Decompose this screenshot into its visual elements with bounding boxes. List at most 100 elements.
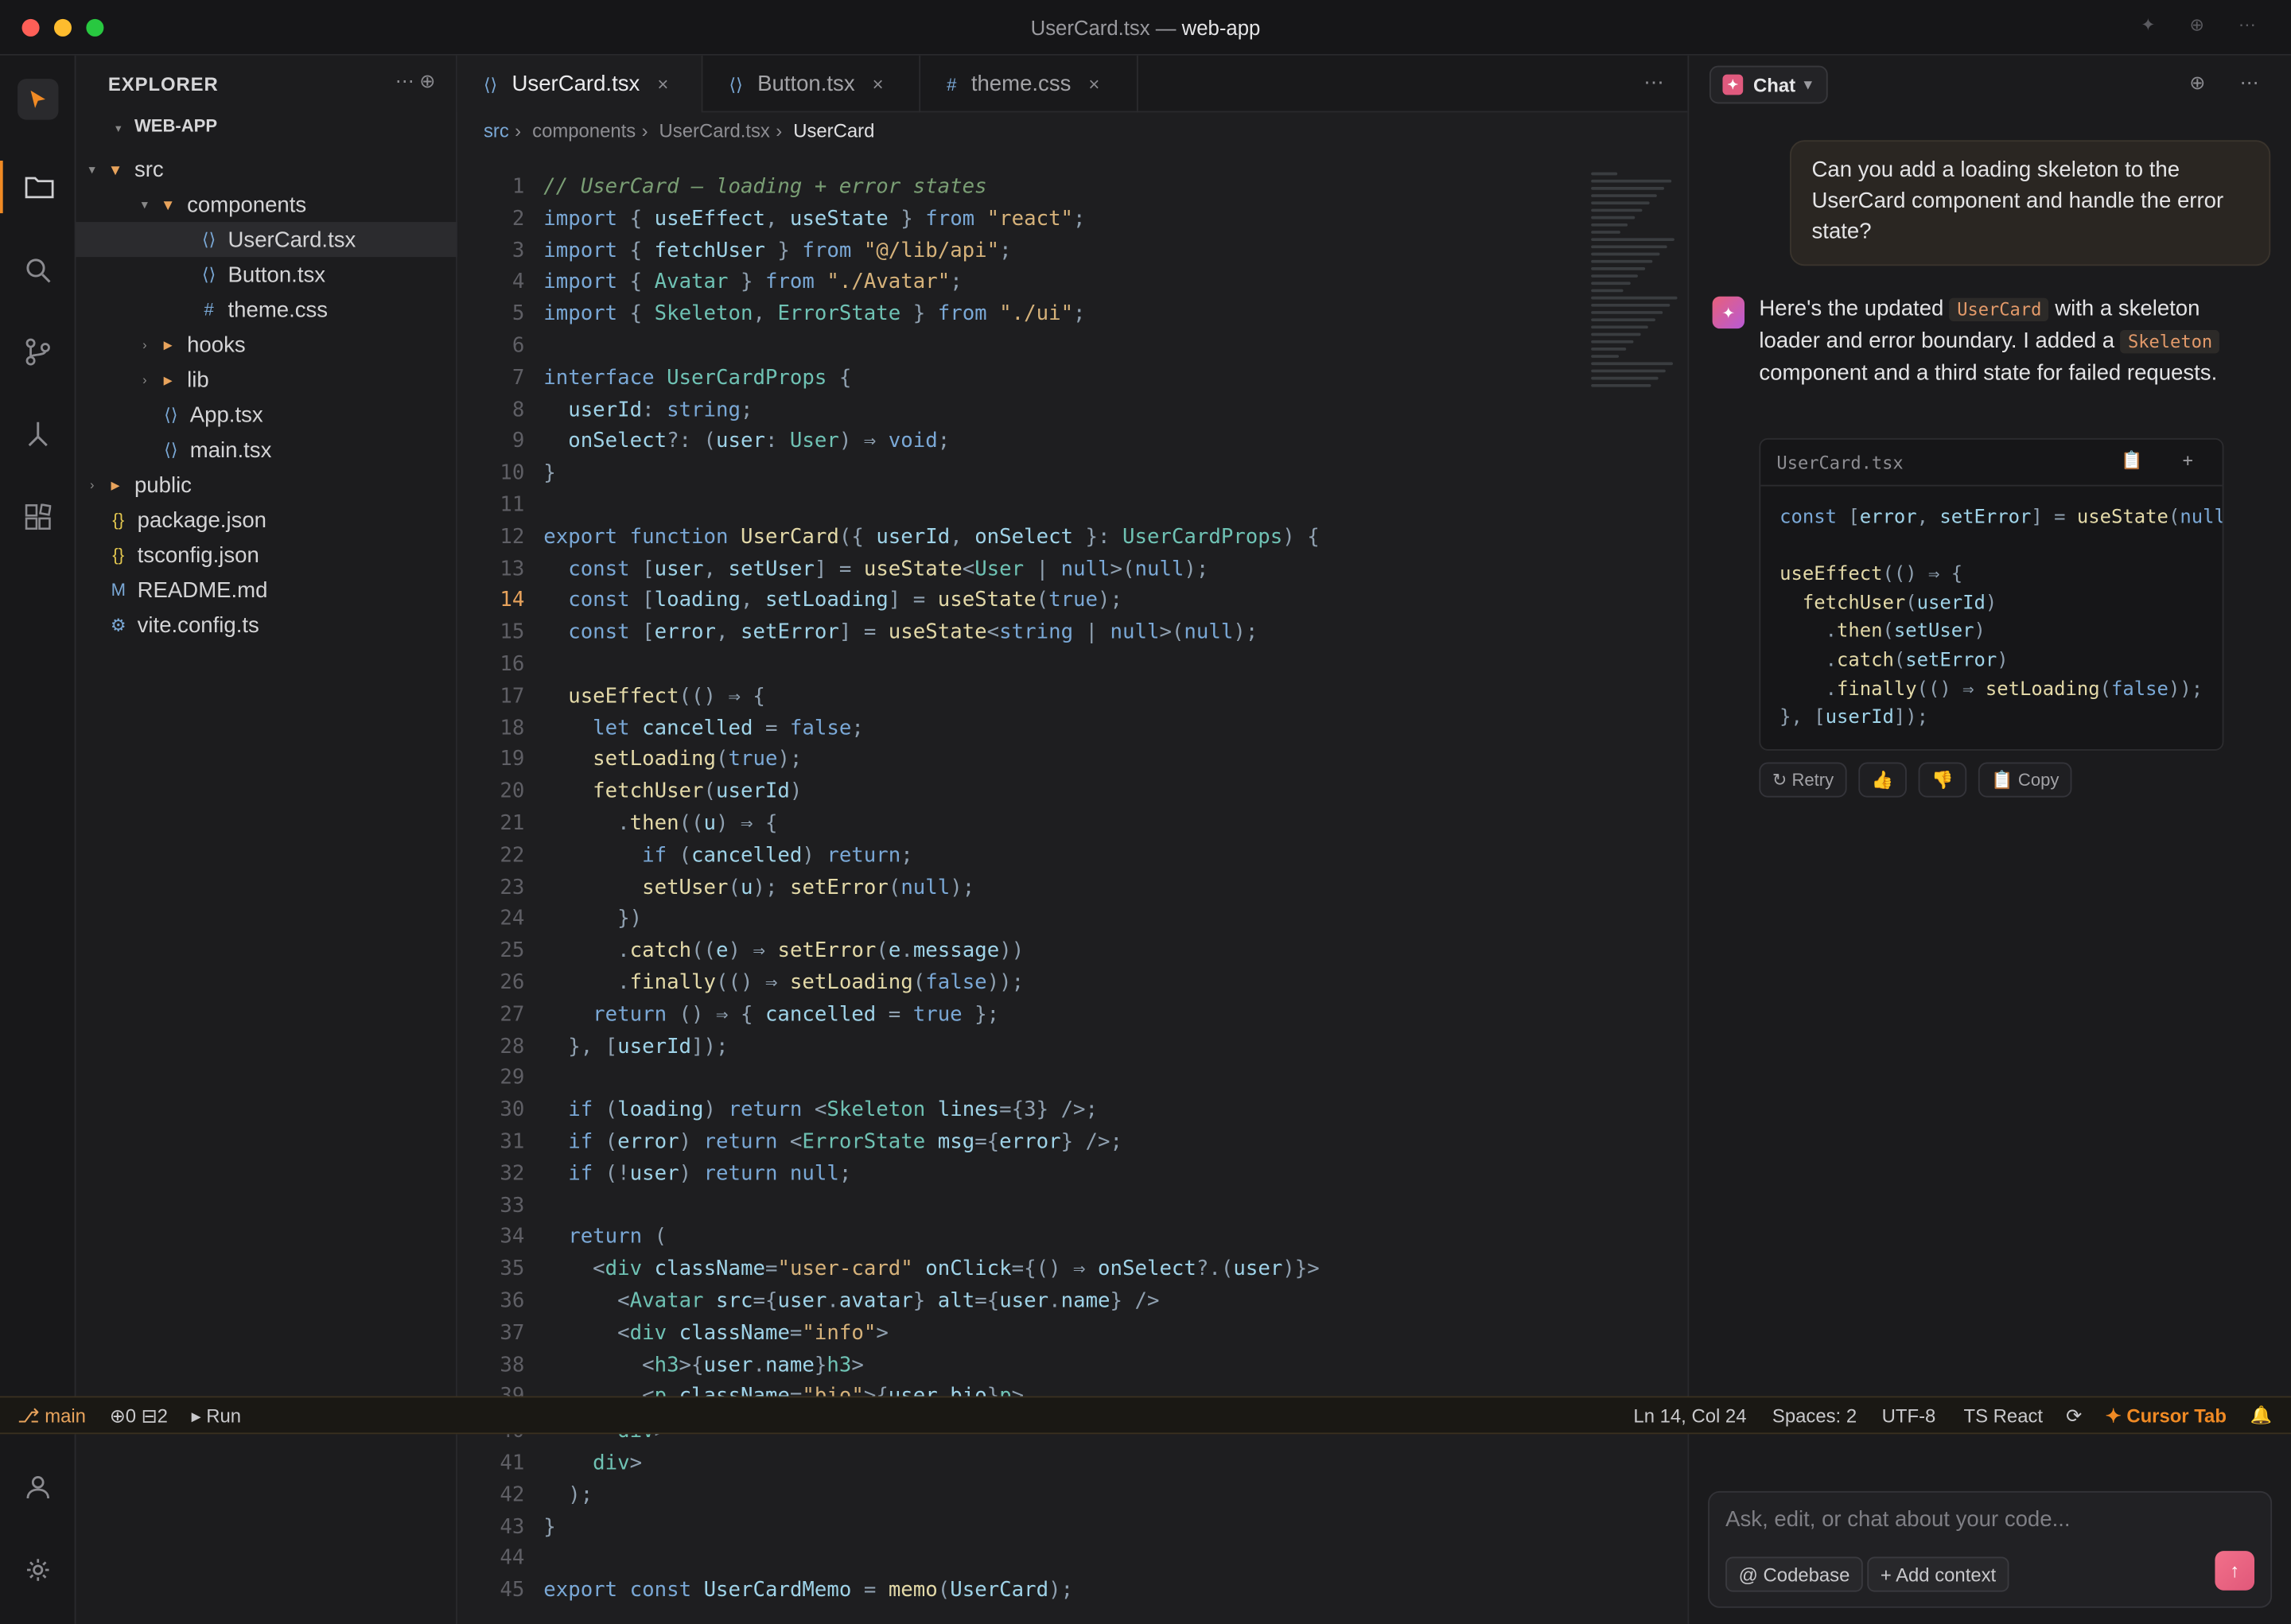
code-line[interactable]: import { useEffect, useState } from "rea…	[543, 207, 1085, 230]
code-line[interactable]: })	[543, 907, 642, 930]
code-line[interactable]: setUser(u); setError(null);	[543, 876, 974, 899]
breadcrumb-item[interactable]: UserCard.tsx	[659, 120, 770, 142]
tab-button[interactable]: ⟨⟩ Button.tsx ×	[702, 55, 921, 113]
code-line[interactable]: const [error, setError] = useState<strin…	[543, 621, 1258, 644]
sync-icon[interactable]: ⟳	[2066, 1405, 2082, 1428]
tab-theme[interactable]: # theme.css ×	[920, 55, 1138, 113]
code-line[interactable]: <h3>{user.name}h3>	[543, 1354, 864, 1377]
close-tab-icon[interactable]: ×	[873, 73, 884, 95]
account-icon[interactable]	[0, 1460, 76, 1513]
code-line[interactable]: import { fetchUser } from "@/lib/api";	[543, 239, 1011, 262]
code-line[interactable]: div>	[543, 1451, 642, 1474]
code-line[interactable]: if (!user) return null;	[543, 1162, 851, 1185]
search-icon[interactable]	[0, 244, 76, 297]
close-tab-icon[interactable]: ×	[1088, 73, 1099, 95]
codebase-chip[interactable]: @ Codebase	[1725, 1556, 1863, 1592]
chat-composer[interactable]: Ask, edit, or chat about your code... @ …	[1708, 1490, 2273, 1608]
code-line[interactable]: <Avatar src={user.avatar} alt={user.name…	[543, 1289, 1159, 1312]
code-line[interactable]: import { Skeleton, ErrorState } from "./…	[543, 302, 1085, 325]
thumbs-up-button[interactable]: 👍	[1858, 762, 1907, 798]
cursor-position[interactable]: Ln 14, Col 24	[1633, 1405, 1746, 1428]
code-line[interactable]: if (loading) return <Skeleton lines={3} …	[543, 1098, 1098, 1121]
chevron-icon[interactable]: ▾	[82, 161, 103, 177]
language-mode[interactable]: TS React	[1964, 1405, 2044, 1428]
code-line[interactable]: const [loading, setLoading] = useState(t…	[543, 589, 1122, 612]
tree-item-package-json[interactable]: {} package.json	[76, 503, 457, 538]
code-line[interactable]: fetchUser(userId)	[543, 780, 802, 803]
code-line[interactable]: <div className="user-card" onClick={() ⇒…	[543, 1257, 1320, 1280]
code-line[interactable]: .finally(() ⇒ setLoading(false));	[543, 971, 1024, 994]
chevron-icon[interactable]: ▾	[134, 196, 155, 212]
code-line[interactable]: const [user, setUser] = useState<User | …	[543, 558, 1208, 581]
tree-item-vite-config-ts[interactable]: ⚙ vite.config.ts	[76, 608, 457, 643]
tree-item-public[interactable]: › ▸ public	[76, 468, 457, 503]
composer-input[interactable]: Ask, edit, or chat about your code...	[1725, 1507, 2070, 1532]
code-line[interactable]: // UserCard — loading + error states	[543, 175, 986, 198]
copy-button[interactable]: 📋 Copy	[1978, 762, 2072, 798]
tree-item-readme-md[interactable]: M README.md	[76, 573, 457, 608]
notifications-bell-icon[interactable]: 🔔	[2250, 1405, 2272, 1426]
code-line[interactable]: .catch((e) ⇒ setError(e.message))	[543, 939, 1024, 962]
add-context-chip[interactable]: + Add context	[1867, 1556, 2009, 1592]
tree-item-components[interactable]: ▾ ▾ components	[76, 187, 457, 222]
tree-item-src[interactable]: ▾ ▾ src	[76, 152, 457, 187]
run-button[interactable]: ▸ Run	[192, 1405, 241, 1428]
indentation[interactable]: Spaces: 2	[1772, 1405, 1857, 1428]
code-line[interactable]: export function UserCard({ userId, onSel…	[543, 526, 1319, 549]
code-line[interactable]: .then((u) ⇒ {	[543, 812, 777, 835]
thumbs-down-button[interactable]: 👎	[1918, 762, 1967, 798]
send-button[interactable]: ↑	[2215, 1551, 2255, 1591]
breadcrumb-item[interactable]: components	[532, 120, 636, 142]
extensions-icon[interactable]	[0, 491, 76, 543]
explorer-icon[interactable]	[0, 160, 76, 214]
code-line[interactable]: return () ⇒ { cancelled = true };	[543, 1003, 999, 1026]
close-tab-icon[interactable]: ×	[657, 73, 668, 95]
project-root[interactable]: ▾ WEB-APP	[108, 115, 218, 136]
tree-item-hooks[interactable]: › ▸ hooks	[76, 327, 457, 362]
retry-button[interactable]: ↻ Retry	[1759, 762, 1847, 798]
titlebar-icons[interactable]: ✦ ⊕ ⋯	[2141, 14, 2270, 35]
cursor-tab-indicator[interactable]: ✦ Cursor Tab	[2106, 1405, 2227, 1428]
tree-item-main-tsx[interactable]: ⟨⟩ main.tsx	[76, 433, 457, 468]
code-line[interactable]: }, [userId]);	[543, 1035, 728, 1058]
tree-item-app-tsx[interactable]: ⟨⟩ App.tsx	[76, 397, 457, 432]
code-line[interactable]: setLoading(true);	[543, 748, 802, 771]
chevron-icon[interactable]: ›	[134, 337, 155, 352]
breadcrumb-item[interactable]: src	[484, 120, 509, 142]
problems-indicator[interactable]: ⊕0 ⊟2	[110, 1405, 168, 1428]
code-line[interactable]: userId: string;	[543, 398, 753, 422]
code-line[interactable]: export const UserCardMemo = memo(UserCar…	[543, 1579, 1073, 1602]
tab-usercard[interactable]: ⟨⟩ UserCard.tsx ×	[457, 55, 703, 113]
code-line[interactable]: );	[543, 1483, 593, 1506]
encoding[interactable]: UTF-8	[1882, 1405, 1936, 1428]
chat-mode-selector[interactable]: ✦ Chat ▾	[1709, 65, 1828, 104]
minimap[interactable]	[1585, 172, 1679, 406]
tree-item-theme-css[interactable]: # theme.css	[76, 292, 457, 327]
code-line[interactable]: return (	[543, 1226, 667, 1249]
tree-item-button-tsx[interactable]: ⟨⟩ Button.tsx	[76, 257, 457, 292]
code-line[interactable]: onSelect?: (user: User) ⇒ void;	[543, 430, 950, 453]
tree-item-tsconfig-json[interactable]: {} tsconfig.json	[76, 538, 457, 573]
code-line[interactable]: interface UserCardProps {	[543, 367, 851, 390]
chat-header-icons[interactable]: ⊕ ⋯	[2189, 72, 2273, 95]
source-control-icon[interactable]	[0, 325, 76, 378]
chevron-icon[interactable]: ›	[82, 477, 103, 491]
branch-indicator[interactable]: ⎇ main	[18, 1405, 86, 1428]
settings-gear-icon[interactable]	[0, 1544, 76, 1596]
chevron-icon[interactable]: ›	[134, 372, 155, 387]
code-block-actions[interactable]: 📋 +	[2121, 450, 2207, 471]
explorer-actions[interactable]: ⋯ ⊕	[395, 70, 436, 93]
code-line[interactable]: }	[543, 1515, 555, 1538]
code-line[interactable]: if (error) return <ErrorState msg={error…	[543, 1130, 1122, 1153]
breadcrumb-item[interactable]: UserCard	[793, 120, 874, 142]
code-line[interactable]: if (cancelled) return;	[543, 844, 913, 867]
more-icon[interactable]: ⋯	[1643, 70, 1664, 95]
code-line[interactable]: }	[543, 462, 555, 485]
code-line[interactable]: let cancelled = false;	[543, 717, 864, 740]
tree-item-usercard-tsx[interactable]: ⟨⟩ UserCard.tsx	[76, 222, 457, 258]
code-line[interactable]: import { Avatar } from "./Avatar";	[543, 270, 962, 293]
code-line[interactable]: useEffect(() ⇒ {	[543, 685, 765, 708]
tree-item-lib[interactable]: › ▸ lib	[76, 362, 457, 397]
run-debug-icon[interactable]	[0, 407, 76, 460]
code-line[interactable]: <div className="info">	[543, 1321, 889, 1344]
